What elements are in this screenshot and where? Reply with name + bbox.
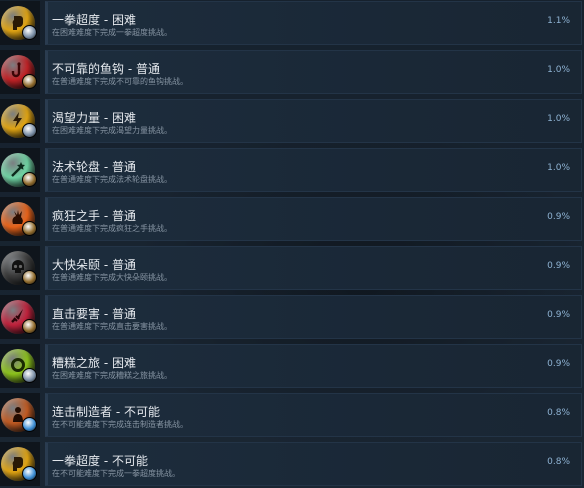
achievement-description: 在普通难度下完成大快朵颐挑战。 <box>52 273 172 282</box>
achievement-icon-frame <box>0 197 40 241</box>
achievement-icon-frame <box>0 246 40 290</box>
unlock-percentage: 0.9% <box>547 359 570 369</box>
achievement-title: 法术轮盘 - 普通 <box>52 160 136 174</box>
achievement-title: 不可靠的鱼钩 - 普通 <box>52 62 160 76</box>
achievement-description: 在普通难度下完成法术轮盘挑战。 <box>52 175 172 184</box>
achievement-title: 糟糕之旅 - 困难 <box>52 356 136 370</box>
achievement-panel: 渴望力量 - 困难 在困难难度下完成渴望力量挑战。 1.0% <box>45 99 582 143</box>
unlock-percentage: 0.8% <box>547 408 570 418</box>
achievement-panel: 疯狂之手 - 普通 在普通难度下完成疯狂之手挑战。 0.9% <box>45 197 582 241</box>
unlock-percentage: 0.9% <box>547 212 570 222</box>
achievement-description: 在普通难度下完成直击要害挑战。 <box>52 322 172 331</box>
achievement-title: 直击要害 - 普通 <box>52 307 136 321</box>
difficulty-badge-icon <box>22 74 37 89</box>
unlock-percentage: 1.0% <box>547 163 570 173</box>
difficulty-badge-icon <box>22 123 37 138</box>
achievement-panel: 大快朵颐 - 普通 在普通难度下完成大快朵颐挑战。 0.9% <box>45 246 582 290</box>
difficulty-badge-icon <box>22 319 37 334</box>
achievement-row[interactable]: 糟糕之旅 - 困难 在困难难度下完成糟糕之旅挑战。 0.9% <box>0 343 584 389</box>
achievement-description: 在普通难度下完成疯狂之手挑战。 <box>52 224 172 233</box>
achievement-panel: 一拳超度 - 困难 在困难难度下完成一拳超度挑战。 1.1% <box>45 1 582 45</box>
achievement-title: 一拳超度 - 不可能 <box>52 454 148 468</box>
achievement-icon-frame <box>0 148 40 192</box>
achievement-icon-frame <box>0 295 40 339</box>
achievement-title: 疯狂之手 - 普通 <box>52 209 136 223</box>
achievement-title: 连击制造者 - 不可能 <box>52 405 160 419</box>
unlock-percentage: 1.0% <box>547 65 570 75</box>
achievement-list: 一拳超度 - 困难 在困难难度下完成一拳超度挑战。 1.1% 不可靠的鱼钩 - 普通在… <box>0 0 584 488</box>
achievement-icon-frame <box>0 1 40 45</box>
achievement-title: 渴望力量 - 困难 <box>52 111 136 125</box>
achievement-panel: 不可靠的鱼钩 - 普通 在普通难度下完成不可靠的鱼钩挑战。 1.0% <box>45 50 582 94</box>
difficulty-badge-icon <box>22 417 37 432</box>
achievement-panel: 糟糕之旅 - 困难 在困难难度下完成糟糕之旅挑战。 0.9% <box>45 344 582 388</box>
achievement-panel: 直击要害 - 普通 在普通难度下完成直击要害挑战。 0.9% <box>45 295 582 339</box>
achievement-description: 在普通难度下完成不可靠的鱼钩挑战。 <box>52 77 188 86</box>
achievement-row[interactable]: 一拳超度 - 不可能 在不可能难度下完成一拳超度挑战。 0.8% <box>0 441 584 487</box>
achievement-icon-frame <box>0 344 40 388</box>
achievement-description: 在困难难度下完成糟糕之旅挑战。 <box>52 371 172 380</box>
achievement-row[interactable]: 疯狂之手 - 普通 在普通难度下完成疯狂之手挑战。 0.9% <box>0 196 584 242</box>
achievement-panel: 一拳超度 - 不可能 在不可能难度下完成一拳超度挑战。 0.8% <box>45 442 582 486</box>
achievement-description: 在不可能难度下完成一拳超度挑战。 <box>52 469 180 478</box>
unlock-percentage: 0.9% <box>547 310 570 320</box>
difficulty-badge-icon <box>22 221 37 236</box>
achievement-title: 一拳超度 - 困难 <box>52 13 136 27</box>
achievement-description: 在不可能难度下完成连击制造者挑战。 <box>52 420 188 429</box>
difficulty-badge-icon <box>22 270 37 285</box>
achievement-row[interactable]: 法术轮盘 - 普通 在普通难度下完成法术轮盘挑战。 1.0% <box>0 147 584 193</box>
achievement-row[interactable]: 大快朵颐 - 普通 在普通难度下完成大快朵颐挑战。 0.9% <box>0 245 584 291</box>
achievement-icon-frame <box>0 50 40 94</box>
difficulty-badge-icon <box>22 25 37 40</box>
difficulty-badge-icon <box>22 466 37 481</box>
unlock-percentage: 1.1% <box>547 16 570 26</box>
achievement-description: 在困难难度下完成一拳超度挑战。 <box>52 28 172 37</box>
achievement-icon-frame <box>0 442 40 486</box>
achievement-row[interactable]: 连击制造者 - 不可能 在不可能难度下完成连击制造者挑战。 0.8% <box>0 392 584 438</box>
achievement-icon-frame <box>0 99 40 143</box>
achievement-description: 在困难难度下完成渴望力量挑战。 <box>52 126 172 135</box>
achievement-row[interactable]: 一拳超度 - 困难 在困难难度下完成一拳超度挑战。 1.1% <box>0 0 584 46</box>
difficulty-badge-icon <box>22 368 37 383</box>
achievement-row[interactable]: 直击要害 - 普通 在普通难度下完成直击要害挑战。 0.9% <box>0 294 584 340</box>
unlock-percentage: 0.8% <box>547 457 570 467</box>
difficulty-badge-icon <box>22 172 37 187</box>
achievement-title: 大快朵颐 - 普通 <box>52 258 136 272</box>
achievement-panel: 连击制造者 - 不可能 在不可能难度下完成连击制造者挑战。 0.8% <box>45 393 582 437</box>
achievement-row[interactable]: 不可靠的鱼钩 - 普通 在普通难度下完成不可靠的鱼钩挑战。 1.0% <box>0 49 584 95</box>
unlock-percentage: 0.9% <box>547 261 570 271</box>
achievement-row[interactable]: 渴望力量 - 困难 在困难难度下完成渴望力量挑战。 1.0% <box>0 98 584 144</box>
achievement-icon-frame <box>0 393 40 437</box>
unlock-percentage: 1.0% <box>547 114 570 124</box>
achievement-panel: 法术轮盘 - 普通 在普通难度下完成法术轮盘挑战。 1.0% <box>45 148 582 192</box>
